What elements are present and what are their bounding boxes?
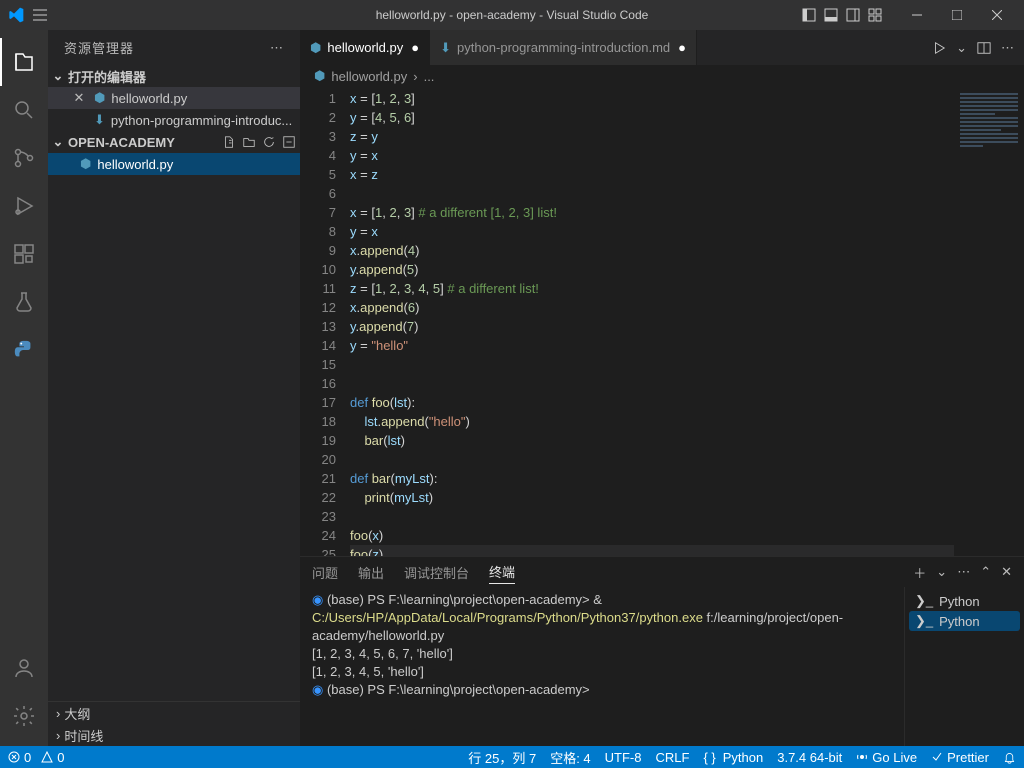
search-icon[interactable] (0, 86, 48, 134)
layout-bottom-icon[interactable] (822, 6, 840, 24)
close-panel-icon[interactable]: ✕ (1001, 564, 1012, 580)
terminal[interactable]: ◉ (base) PS F:\learning\project\open-aca… (300, 587, 904, 746)
python-file-icon: ⬢ (314, 68, 325, 84)
sidebar-title: 资源管理器 ⋯ (48, 30, 300, 65)
explorer-icon[interactable] (0, 38, 48, 86)
status-spaces[interactable]: 空格: 4 (550, 748, 590, 767)
python-env-icon[interactable] (0, 326, 48, 374)
run-debug-icon[interactable] (0, 182, 48, 230)
titlebar: helloworld.py - open-academy - Visual St… (0, 0, 1024, 30)
terminal-shell-item[interactable]: ❯_Python (909, 611, 1020, 631)
markdown-file-icon: ⬇ (440, 40, 451, 56)
status-errors[interactable]: 0 (8, 750, 31, 765)
file-label: helloworld.py (111, 91, 187, 106)
modified-indicator-icon: ● (678, 40, 686, 55)
markdown-file-icon: ⬇ (94, 112, 105, 128)
tab-bar: ⬢ helloworld.py ● ⬇ python-programming-int… (300, 30, 1024, 65)
file-label: helloworld.py (97, 157, 173, 172)
tab-problems[interactable]: 问题 (312, 561, 338, 584)
status-ln-col[interactable]: 行 25，列 7 (468, 748, 536, 767)
terminal-dropdown-icon[interactable]: ⌄ (936, 564, 947, 580)
settings-gear-icon[interactable] (0, 692, 48, 740)
sidebar-explorer: 资源管理器 ⋯ ⌄ 打开的编辑器 ✕ ⬢ helloworld.py ⬇ pytho… (48, 30, 300, 746)
open-editors-header[interactable]: ⌄ 打开的编辑器 (48, 65, 300, 87)
file-label: python-programming-introduc... (111, 113, 292, 128)
terminal-icon: ❯_ (915, 613, 933, 629)
layout-left-icon[interactable] (800, 6, 818, 24)
status-encoding[interactable]: UTF-8 (605, 750, 642, 765)
more-icon[interactable]: ⋯ (957, 564, 970, 580)
source-control-icon[interactable] (0, 134, 48, 182)
status-eol[interactable]: CRLF (656, 750, 690, 765)
activity-bar (0, 30, 48, 746)
terminal-shell-item[interactable]: ❯_Python (909, 591, 1020, 611)
window-title: helloworld.py - open-academy - Visual St… (376, 8, 649, 22)
status-prettier[interactable]: Prettier (931, 750, 989, 765)
status-language[interactable]: { }Python (703, 750, 763, 765)
split-editor-icon[interactable] (977, 41, 991, 55)
refresh-icon[interactable] (262, 135, 276, 149)
line-number-gutter: 1234567891011121314151617181920212223242… (300, 87, 350, 556)
file-tree-item[interactable]: ⬢ helloworld.py (48, 153, 300, 175)
terminal-icon: ❯_ (915, 593, 933, 609)
run-dropdown-icon[interactable]: ⌄ (956, 40, 967, 56)
tab-terminal[interactable]: 终端 (489, 560, 515, 584)
panel: 问题 输出 调试控制台 终端 ＋ ⌄ ⋯ ⌃ ✕ ◉ (base) PS F:\… (300, 556, 1024, 746)
vscode-logo-icon (8, 7, 24, 23)
new-file-icon[interactable] (222, 135, 236, 149)
run-icon[interactable] (932, 41, 946, 55)
chevron-down-icon: ⌄ (52, 134, 64, 150)
maximize-panel-icon[interactable]: ⌃ (980, 564, 991, 580)
status-notifications-icon[interactable] (1003, 751, 1016, 764)
code-editor[interactable]: x = [1, 2, 3]y = [4, 5, 6]z = yy = xx = … (350, 87, 954, 556)
more-icon[interactable]: ⋯ (1001, 40, 1014, 56)
testing-icon[interactable] (0, 278, 48, 326)
editor-tab[interactable]: ⬇ python-programming-introduction.md ● (430, 30, 697, 65)
tab-output[interactable]: 输出 (358, 561, 384, 584)
terminal-list: ❯_Python ❯_Python (904, 587, 1024, 746)
breadcrumb[interactable]: ⬢ helloworld.py › ... (300, 65, 1024, 87)
folder-header[interactable]: ⌄ OPEN-ACADEMY (48, 131, 300, 153)
layout-right-icon[interactable] (844, 6, 862, 24)
python-file-icon: ⬢ (310, 40, 321, 56)
chevron-right-icon: › (56, 706, 60, 721)
status-go-live[interactable]: Go Live (856, 750, 917, 765)
more-icon[interactable]: ⋯ (270, 40, 284, 56)
tab-label: python-programming-introduction.md (457, 40, 670, 55)
menu-icon[interactable] (32, 7, 48, 23)
editor-tab[interactable]: ⬢ helloworld.py ● (300, 30, 430, 65)
open-editor-item[interactable]: ⬇ python-programming-introduc... (48, 109, 300, 131)
window-maximize-button[interactable] (938, 0, 976, 30)
window-minimize-button[interactable] (898, 0, 936, 30)
close-icon[interactable]: ✕ (72, 90, 86, 106)
layout-buttons (800, 6, 884, 24)
chevron-right-icon: › (56, 728, 60, 743)
tab-label: helloworld.py (327, 40, 403, 55)
extensions-icon[interactable] (0, 230, 48, 278)
timeline-header[interactable]: ›时间线 (48, 724, 300, 746)
status-bar: 0 0 行 25，列 7 空格: 4 UTF-8 CRLF { }Python … (0, 746, 1024, 768)
python-file-icon: ⬢ (94, 90, 105, 106)
status-warnings[interactable]: 0 (41, 750, 64, 765)
accounts-icon[interactable] (0, 644, 48, 692)
chevron-down-icon: ⌄ (52, 68, 64, 84)
tab-debug-console[interactable]: 调试控制台 (404, 561, 469, 584)
status-interpreter[interactable]: 3.7.4 64-bit (777, 750, 842, 765)
outline-header[interactable]: ›大纲 (48, 702, 300, 724)
minimap[interactable] (954, 87, 1024, 556)
window-close-button[interactable] (978, 0, 1016, 30)
modified-indicator-icon: ● (411, 40, 419, 55)
chevron-right-icon: › (413, 69, 417, 84)
open-editor-item[interactable]: ✕ ⬢ helloworld.py (48, 87, 300, 109)
editor-group: ⬢helloworld.py ● ⬇python-programming-int… (300, 30, 1024, 746)
new-folder-icon[interactable] (242, 135, 256, 149)
new-terminal-icon[interactable]: ＋ (913, 563, 926, 582)
collapse-icon[interactable] (282, 135, 296, 149)
python-file-icon: ⬢ (80, 156, 91, 172)
layout-customize-icon[interactable] (866, 6, 884, 24)
